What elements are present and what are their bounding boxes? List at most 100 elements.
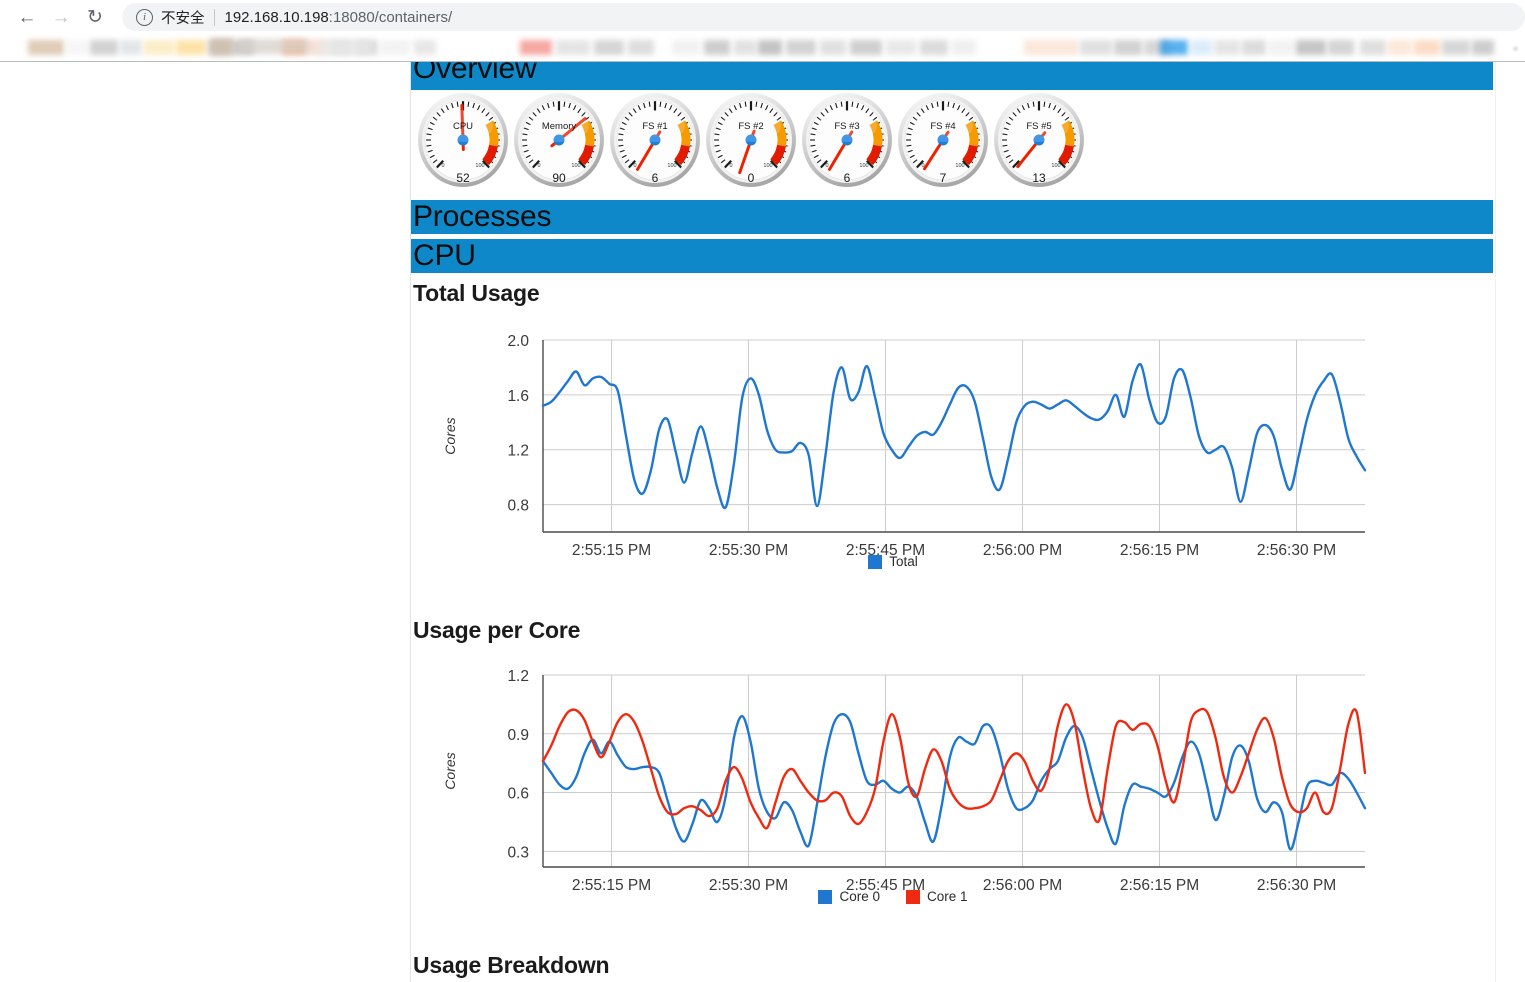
gauge-label: FS #2 xyxy=(738,121,764,132)
legend-swatch xyxy=(818,889,833,904)
bookmark-item[interactable] xyxy=(734,40,756,55)
browser-toolbar: ← → ↻ i 不安全 192.168.10.198:18080/contain… xyxy=(0,0,1525,34)
bookmark-item[interactable] xyxy=(380,40,410,55)
y-axis-tick-label: 1.2 xyxy=(507,668,529,685)
gauge-label: FS #5 xyxy=(1026,121,1052,132)
gauge-fs-3: 0 100 FS #3 6 xyxy=(799,92,895,194)
legend-swatch xyxy=(906,889,920,904)
heading-total-usage: Total Usage xyxy=(413,280,540,306)
overview-gauges: 0 100 CPU 52 0 100 Memory 90 0 100 FS #1 6 0 100 FS #2… xyxy=(411,92,1493,197)
gauge-label: FS #3 xyxy=(834,121,860,132)
bookmark-item[interactable] xyxy=(1296,40,1326,55)
bookmark-item[interactable] xyxy=(316,40,372,55)
bookmark-item[interactable] xyxy=(672,40,700,55)
bookmark-item[interactable] xyxy=(176,40,206,55)
chart-usage-per-core: 1.2 0.9 0.6 0.3 2:55:15 PM 2:55:30 PM 2:55:45 … xyxy=(413,667,1495,937)
y-axis-tick-label: 0.6 xyxy=(507,786,529,803)
url-path-text: :18080/containers/ xyxy=(328,8,453,26)
bookmark-item[interactable] xyxy=(414,40,436,55)
chart-total-usage: 2.0 1.6 1.2 0.8 2:55:15 PM 2:55:30 PM 2:55:45 … xyxy=(413,332,1495,602)
reload-icon[interactable]: ↻ xyxy=(78,0,112,34)
bookmark-item[interactable] xyxy=(238,39,310,54)
y-axis-tick-label: 0.8 xyxy=(507,498,529,515)
section-header-overview: Overview xyxy=(411,62,1493,90)
svg-text:0: 0 xyxy=(825,163,828,169)
gauge-label: FS #1 xyxy=(642,121,668,132)
forward-arrow-icon[interactable]: → xyxy=(44,0,78,34)
gauge-value: 7 xyxy=(939,171,947,185)
bookmark-item[interactable] xyxy=(1328,40,1354,55)
bookmark-item[interactable] xyxy=(820,40,846,55)
chart-svg: 2.01.61.20.82:55:15 PM 2:55:30 PM 2:55:45 … xyxy=(442,333,1367,559)
gauge-cpu: 0 100 CPU 52 xyxy=(415,92,511,194)
bookmark-item[interactable] xyxy=(1114,40,1142,55)
series-line-core-0 xyxy=(541,712,1367,851)
bookmark-item[interactable] xyxy=(90,40,118,55)
bookmark-item[interactable] xyxy=(1360,40,1386,55)
bookmark-item[interactable] xyxy=(1268,40,1294,55)
gauge-value: 52 xyxy=(456,171,470,185)
back-arrow-icon[interactable]: ← xyxy=(10,0,44,34)
legend-item[interactable]: Total xyxy=(868,554,918,569)
chart-usage-per-core-legend: Core 0 Core 1 xyxy=(413,889,1373,904)
gauge-value: 90 xyxy=(552,171,566,185)
url-host-text: 192.168.10.198 xyxy=(224,8,329,26)
section-header-processes: Processes xyxy=(411,200,1493,234)
svg-text:0: 0 xyxy=(441,163,444,169)
bookmark-favicon[interactable] xyxy=(210,38,234,56)
bookmark-item[interactable] xyxy=(1214,40,1240,55)
bookmark-item[interactable] xyxy=(1414,40,1440,55)
chart-total-usage-legend: Total xyxy=(413,554,1373,569)
bookmark-item[interactable] xyxy=(952,40,976,55)
bookmark-item[interactable] xyxy=(1242,40,1266,55)
y-axis-tick-label: 0.9 xyxy=(507,727,529,744)
legend-label: Core 0 xyxy=(839,889,880,904)
bookmark-item[interactable] xyxy=(628,40,654,55)
bookmark-item[interactable] xyxy=(704,40,730,55)
bookmark-item[interactable] xyxy=(1388,40,1412,55)
bookmark-item[interactable] xyxy=(1024,40,1078,55)
bookmark-item[interactable] xyxy=(1472,40,1494,55)
svg-text:0: 0 xyxy=(633,163,636,169)
bookmark-item[interactable] xyxy=(520,40,552,55)
gauge-value: 6 xyxy=(651,171,659,185)
legend-label: Total xyxy=(889,554,918,569)
section-header-processes-label: Processes xyxy=(413,200,552,233)
gauge-fs-1: 0 100 FS #1 6 xyxy=(607,92,703,194)
bookmark-item[interactable] xyxy=(850,40,882,55)
gauge-label: FS #4 xyxy=(930,121,956,132)
page-viewport: Overview 0 100 CPU 52 0 100 Memory 90 0 100 FS #1 6… xyxy=(0,62,1525,982)
bookmark-item[interactable] xyxy=(758,40,782,55)
bookmark-item[interactable] xyxy=(1190,40,1212,55)
bookmark-item[interactable] xyxy=(66,40,88,55)
browser-chrome: ← → ↻ i 不安全 192.168.10.198:18080/contain… xyxy=(0,0,1525,62)
security-status-text: 不安全 xyxy=(161,10,205,27)
gauge-fs-2: 0 100 FS #2 0 xyxy=(703,92,799,194)
bookmark-item[interactable] xyxy=(556,40,590,55)
bookmark-item[interactable] xyxy=(28,40,64,55)
bookmark-item[interactable] xyxy=(144,40,174,55)
bookmarks-bar[interactable]: » xyxy=(0,34,1525,62)
gauge-label: CPU xyxy=(452,121,474,132)
bookmark-item[interactable] xyxy=(1160,40,1188,55)
content-column: Overview 0 100 CPU 52 0 100 Memory 90 0 100 FS #1 6… xyxy=(410,62,1496,982)
legend-swatch xyxy=(868,554,883,569)
bookmark-item[interactable] xyxy=(886,40,916,55)
bookmarks-overflow-icon[interactable]: » xyxy=(1513,43,1519,53)
site-info-icon[interactable]: i xyxy=(136,8,153,26)
svg-text:0: 0 xyxy=(729,163,732,169)
y-axis-tick-label: 1.6 xyxy=(507,388,529,405)
legend-item[interactable]: Core 1 xyxy=(906,889,968,904)
heading-usage-per-core: Usage per Core xyxy=(413,617,581,643)
legend-item[interactable]: Core 0 xyxy=(818,889,880,904)
svg-text:100: 100 xyxy=(1051,163,1060,169)
svg-text:0: 0 xyxy=(537,163,540,169)
bookmark-item[interactable] xyxy=(120,40,142,55)
gauge-label: Memory xyxy=(541,121,577,132)
bookmark-item[interactable] xyxy=(786,40,816,55)
address-bar[interactable]: i 不安全 192.168.10.198:18080/containers/ xyxy=(122,3,1525,31)
bookmark-item[interactable] xyxy=(1442,40,1470,55)
bookmark-item[interactable] xyxy=(1080,40,1112,55)
bookmark-item[interactable] xyxy=(920,40,948,55)
bookmark-item[interactable] xyxy=(594,40,624,55)
